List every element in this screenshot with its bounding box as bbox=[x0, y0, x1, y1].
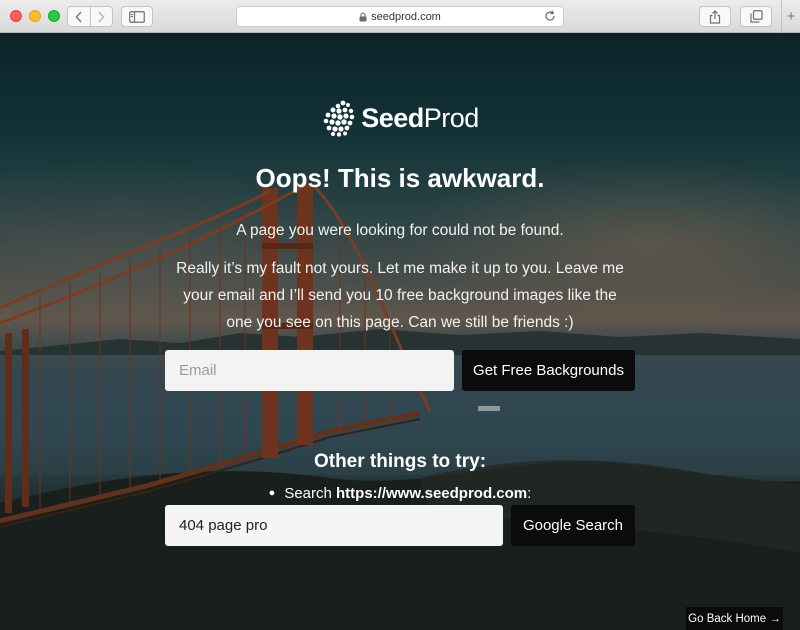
search-prefix: Search bbox=[284, 485, 337, 502]
go-back-home-link[interactable]: Go Back Home → bbox=[686, 607, 783, 630]
minimize-window-button[interactable] bbox=[29, 10, 41, 22]
seed-cluster-icon bbox=[323, 100, 355, 137]
lock-icon bbox=[359, 11, 367, 22]
url-text: seedprod.com bbox=[371, 10, 441, 23]
search-input[interactable] bbox=[165, 505, 503, 546]
browser-toolbar: seedprod.com + bbox=[0, 0, 800, 33]
show-tabs-button[interactable] bbox=[740, 6, 772, 27]
sidebar-icon bbox=[129, 10, 145, 23]
error-page: SeedProd Oops! This is awkward. A page y… bbox=[0, 33, 800, 630]
plus-icon: + bbox=[786, 8, 796, 25]
logo-word-prod: Prod bbox=[423, 102, 480, 133]
seedprod-logo: SeedProd bbox=[0, 99, 800, 137]
forward-button[interactable] bbox=[89, 7, 113, 26]
get-free-backgrounds-button[interactable]: Get Free Backgrounds bbox=[462, 350, 635, 391]
share-button[interactable] bbox=[699, 6, 731, 27]
reload-icon[interactable] bbox=[544, 10, 556, 25]
logo-wordmark: SeedProd bbox=[361, 103, 479, 134]
lead-text: A page you were looking for could not be… bbox=[236, 222, 564, 239]
chevron-left-icon bbox=[75, 10, 82, 23]
other-things-heading: Other things to try: bbox=[313, 451, 487, 472]
back-button[interactable] bbox=[68, 7, 90, 26]
chevron-right-icon bbox=[98, 10, 105, 23]
logo-word-seed: Seed bbox=[361, 102, 424, 133]
share-icon bbox=[709, 9, 721, 24]
body-text: Really it’s my fault not yours. Let me m… bbox=[176, 260, 624, 331]
search-site-link[interactable]: https://www.seedprod.com bbox=[336, 485, 527, 502]
window-controls bbox=[10, 10, 60, 22]
history-nav bbox=[67, 6, 113, 27]
tabs-icon bbox=[749, 10, 763, 23]
search-suffix: : bbox=[527, 485, 532, 502]
zoom-window-button[interactable] bbox=[48, 10, 60, 22]
new-tab-button[interactable]: + bbox=[781, 0, 800, 33]
search-suggestion: ● Search https://www.seedprod.com: bbox=[0, 485, 800, 502]
sidebar-toggle-button[interactable] bbox=[121, 6, 153, 27]
email-field[interactable] bbox=[165, 350, 454, 391]
bullet-icon: ● bbox=[268, 487, 276, 499]
close-window-button[interactable] bbox=[10, 10, 22, 22]
google-search-button[interactable]: Google Search bbox=[511, 505, 635, 546]
address-bar[interactable]: seedprod.com bbox=[236, 6, 564, 27]
page-title: Oops! This is awkward. bbox=[255, 163, 545, 193]
